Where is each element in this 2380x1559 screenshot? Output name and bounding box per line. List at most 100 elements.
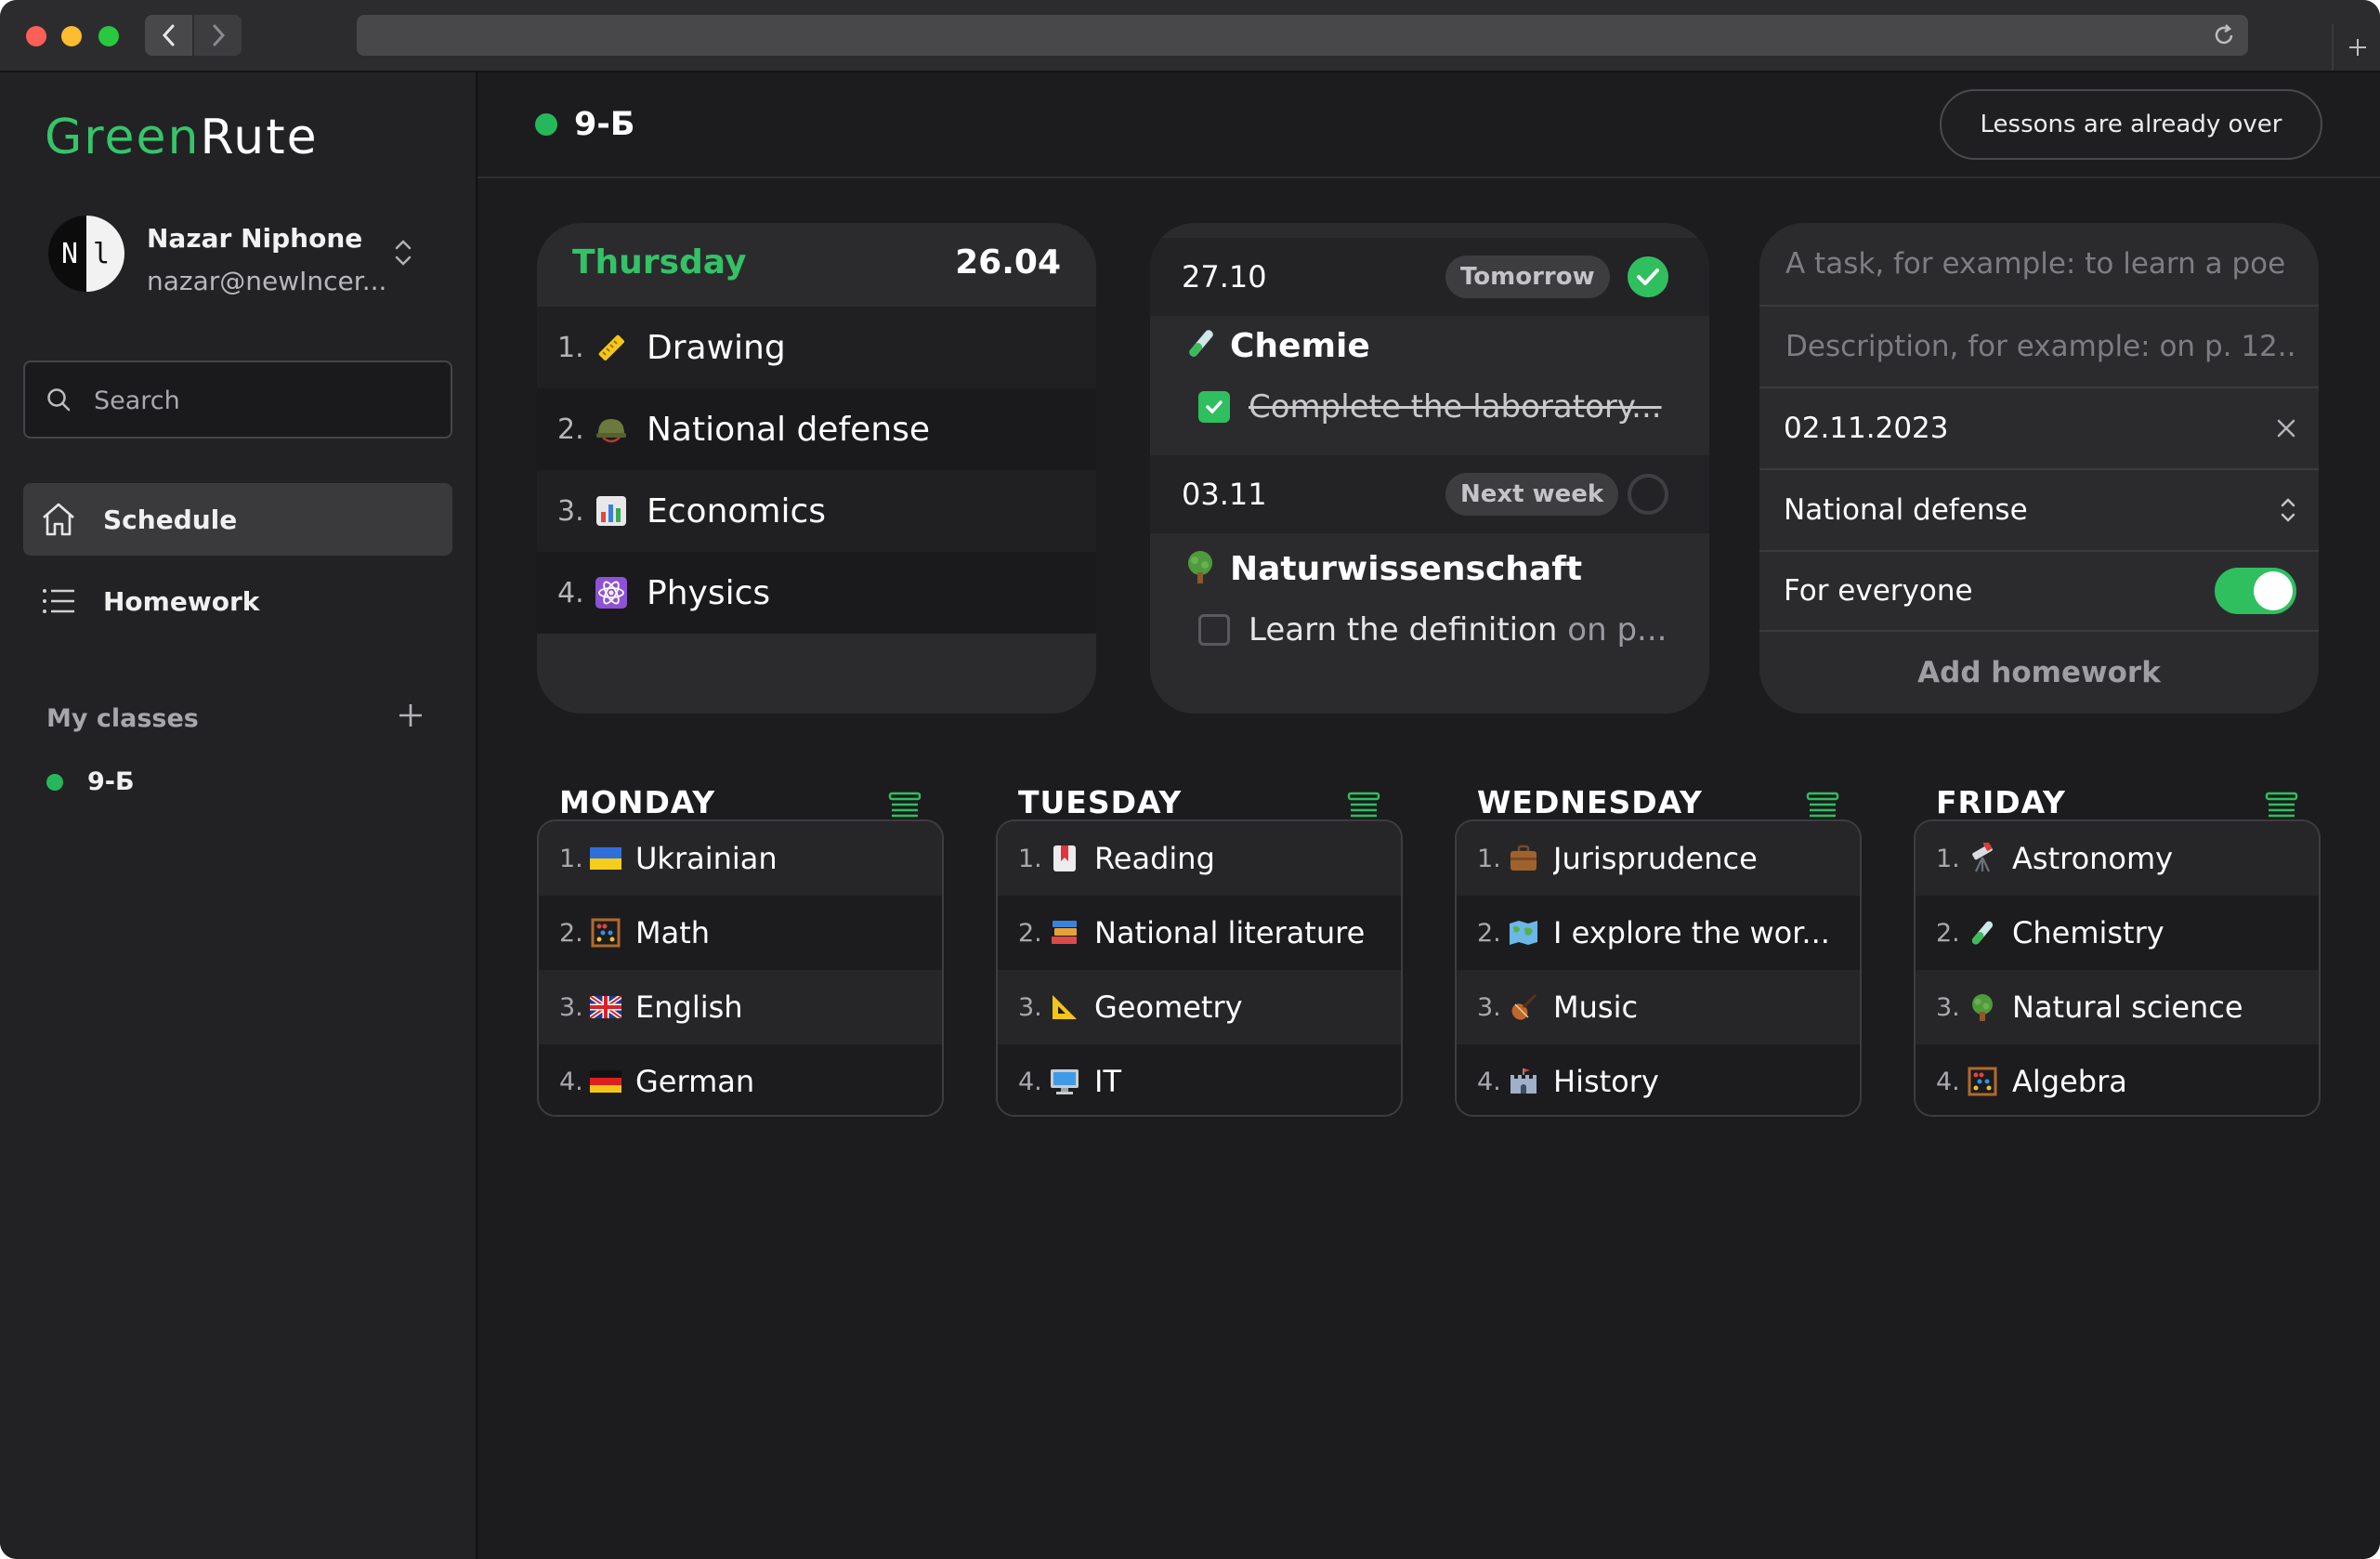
logo-green: Green — [45, 110, 201, 165]
lesson-number: 4. — [557, 576, 584, 609]
group-done-toggle[interactable] — [1628, 256, 1668, 297]
list-item[interactable]: 2. I explore the wor... — [1457, 896, 1860, 970]
list-item[interactable]: 4. German — [539, 1044, 942, 1115]
lesson-name: Music — [1553, 989, 1639, 1025]
page-title: 9-Б — [574, 106, 635, 143]
lesson-number: 1. — [557, 331, 584, 364]
task-field-row — [1759, 223, 2319, 307]
task-text: Learn the definition on p... — [1249, 611, 1667, 648]
user-account-switcher[interactable]: N l Nazar Niphone nazar@newIncer... — [48, 216, 438, 296]
class-item-9b[interactable]: 9-Б — [46, 767, 135, 796]
list-item[interactable]: 3. English — [539, 970, 942, 1044]
back-button[interactable] — [145, 15, 192, 56]
lesson-name: Jurisprudence — [1553, 841, 1758, 876]
lesson-name: English — [635, 989, 743, 1025]
reload-button[interactable] — [2209, 20, 2239, 50]
lesson-name: Physics — [647, 573, 771, 612]
lesson-name: German — [635, 1064, 755, 1099]
briefcase-icon — [1507, 842, 1540, 875]
chevron-up-down-icon — [2281, 498, 2295, 522]
list-item[interactable]: 2. Math — [539, 896, 942, 970]
lesson-name: Chemistry — [2012, 915, 2164, 950]
list-item[interactable]: 1. Ukrainian — [539, 821, 942, 896]
tree-icon — [1966, 990, 1999, 1024]
test-tube-icon — [1182, 325, 1219, 366]
lesson-name: National literature — [1094, 915, 1366, 950]
due-badge: Tomorrow — [1445, 255, 1610, 298]
list-item[interactable]: 3. Music — [1457, 970, 1860, 1044]
task-checkbox[interactable] — [1198, 614, 1230, 646]
minimize-window-button[interactable] — [61, 26, 82, 46]
lesson-number: 4. — [1018, 1067, 1042, 1096]
day-lesson-list: 1. Ukrainian 2. Math 3. English 4. German — [537, 819, 944, 1117]
lessons-status-button[interactable]: Lessons are already over — [1940, 89, 2322, 160]
day-heading: TUESDAY — [1018, 784, 1183, 820]
sidebar-item-schedule[interactable]: Schedule — [23, 483, 452, 556]
tree-icon — [1182, 548, 1219, 589]
today-schedule-card: Thursday 26.04 1. Drawing 2. National de… — [537, 223, 1096, 714]
subject-value: National defense — [1784, 493, 2028, 527]
computer-icon — [1048, 1065, 1081, 1098]
list-item[interactable]: 1. Jurisprudence — [1457, 821, 1860, 896]
lesson-number: 3. — [1936, 992, 1960, 1022]
list-item[interactable]: 4. History — [1457, 1044, 1860, 1115]
description-input[interactable] — [1784, 329, 2298, 364]
list-item[interactable]: 2. National literature — [998, 896, 1401, 970]
forward-button[interactable] — [194, 15, 242, 56]
lesson-row[interactable]: 4. Physics — [537, 552, 1096, 634]
for-everyone-toggle[interactable] — [2215, 568, 2296, 614]
new-tab-button[interactable] — [2332, 24, 2380, 71]
history-nav — [145, 15, 242, 56]
lesson-row[interactable]: 1. Drawing — [537, 307, 1096, 388]
list-item[interactable]: 4. Algebra — [1916, 1044, 2319, 1115]
day-lesson-list: 1. Jurisprudence 2. I explore the wor... 3… — [1455, 819, 1862, 1117]
maximize-window-button[interactable] — [98, 26, 119, 46]
schedule-list-icon[interactable] — [1347, 792, 1380, 821]
search-input[interactable] — [92, 362, 439, 439]
group-done-toggle[interactable] — [1628, 474, 1668, 515]
schedule-list-icon[interactable] — [2265, 792, 2298, 821]
class-status-dot — [535, 113, 557, 136]
lesson-number: 3. — [559, 992, 583, 1022]
clear-date-button[interactable] — [2274, 416, 2298, 440]
task-checkbox[interactable] — [1198, 391, 1230, 423]
sidebar-item-label: Schedule — [103, 504, 238, 535]
list-item[interactable]: 4. IT — [998, 1044, 1401, 1115]
lesson-name: Economics — [647, 491, 827, 531]
address-bar[interactable] — [357, 15, 2248, 56]
homework-task[interactable]: Learn the definition on p... — [1198, 611, 1681, 648]
add-class-button[interactable] — [394, 699, 427, 732]
list-item[interactable]: 2. Chemistry — [1916, 896, 2319, 970]
lesson-row[interactable]: 2. National defense — [537, 388, 1096, 470]
homework-task[interactable]: Complete the laboratory... — [1198, 388, 1681, 426]
add-homework-button[interactable]: Add homework — [1759, 632, 2319, 714]
homework-card: 27.10 Tomorrow Chemie Complete the labor… — [1150, 223, 1709, 714]
task-input[interactable] — [1784, 246, 2298, 282]
app-logo[interactable]: GreenRute — [45, 110, 319, 165]
date-field[interactable]: 02.11.2023 — [1759, 388, 2319, 470]
lesson-name: I explore the wor... — [1553, 915, 1830, 950]
schedule-list-icon[interactable] — [888, 792, 922, 821]
close-window-button[interactable] — [26, 26, 46, 46]
list-item[interactable]: 1. Astronomy — [1916, 821, 2319, 896]
sidebar-item-homework[interactable]: Homework — [23, 565, 452, 637]
list-item[interactable]: 1. Reading — [998, 821, 1401, 896]
lesson-name: Reading — [1094, 841, 1215, 876]
due-badge: Next week — [1445, 473, 1619, 516]
list-item[interactable]: 3. Geometry — [998, 970, 1401, 1044]
my-classes-heading: My classes — [46, 704, 199, 733]
subject-select[interactable]: National defense — [1759, 470, 2319, 552]
search-box — [23, 360, 452, 439]
checkmark-icon — [1637, 269, 1659, 285]
schedule-list-icon[interactable] — [1806, 792, 1839, 821]
homework-group-header: 27.10 — [1150, 238, 1709, 316]
avatar-letter-right: l — [93, 238, 111, 270]
lesson-number: 1. — [1018, 844, 1042, 873]
castle-icon — [1507, 1065, 1540, 1098]
list-item[interactable]: 3. Natural science — [1916, 970, 2319, 1044]
lesson-number: 1. — [1936, 844, 1960, 873]
lesson-row[interactable]: 3. Economics — [537, 470, 1096, 552]
bar-chart-icon — [593, 492, 630, 530]
lesson-number: 2. — [557, 413, 584, 446]
lesson-number: 3. — [557, 494, 584, 528]
